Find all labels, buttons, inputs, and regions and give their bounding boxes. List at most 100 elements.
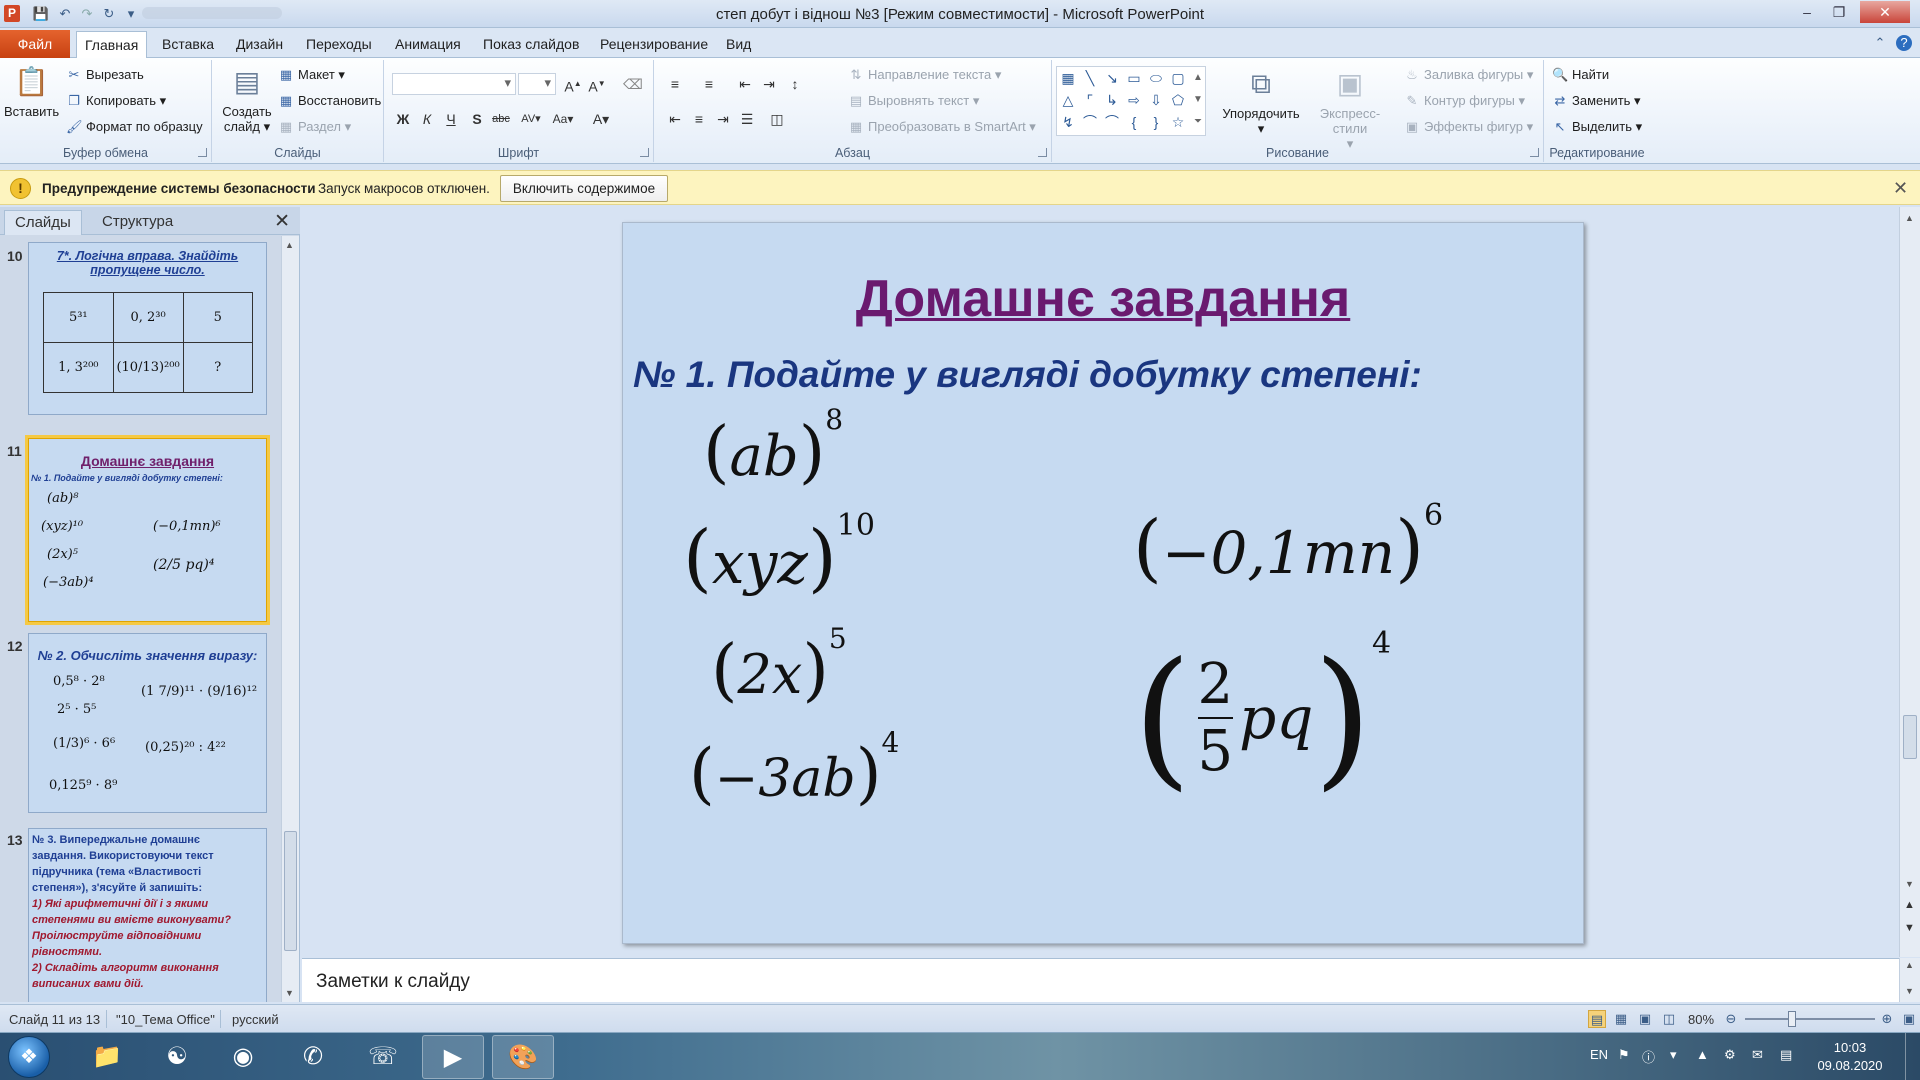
align-text-button[interactable]: ▤ Выровнять текст ▾	[848, 91, 980, 111]
expression-ab[interactable]: (ab)8	[703, 403, 843, 492]
help-icon[interactable]: ?	[1896, 35, 1912, 51]
cut-button[interactable]: ✂ Вырезать	[66, 65, 144, 85]
oval-shape-icon[interactable]: ⬭	[1147, 69, 1165, 87]
gallery-more-icon[interactable]: ⏷	[1189, 113, 1207, 131]
expression-minus3ab[interactable]: (−3ab)4	[689, 726, 899, 812]
enable-content-button[interactable]: Включить содержимое	[500, 175, 668, 202]
start-button[interactable]: ❖	[8, 1036, 50, 1078]
tab-file[interactable]: Файл	[0, 30, 70, 58]
slideshow-view-icon[interactable]: ◫	[1660, 1010, 1678, 1028]
maximize-button[interactable]: ❐	[1822, 1, 1856, 23]
slide-scrollbar[interactable]: ▲ ▼ ▲ ▼	[1899, 207, 1920, 957]
shapes-gallery[interactable]: ▦ ╲ ↘ ▭ ⬭ ▢ △ ⌜ ↳ ⇨ ⇩ ⬠ ↯ ⌒ ⌒ { } ☆ ▲ ▼ …	[1056, 66, 1206, 136]
align-right-icon[interactable]: ⇥	[712, 108, 734, 130]
tab-transitions[interactable]: Переходы	[298, 31, 380, 58]
select-button[interactable]: ↖ Выделить ▾	[1552, 117, 1643, 137]
tab-animations[interactable]: Анимация	[387, 31, 469, 58]
expression-xyz[interactable]: (xyz)10	[683, 508, 875, 601]
help-tray-icon[interactable]: ⓘ	[1642, 1047, 1655, 1066]
line-spacing-icon[interactable]: ↕	[784, 73, 806, 95]
tab-home[interactable]: Главная	[76, 31, 148, 58]
notes-pane[interactable]: Заметки к слайду	[302, 958, 1899, 1002]
text-direction-button[interactable]: ⇅ Направление текста ▾	[848, 65, 1002, 85]
scroll-down-icon[interactable]: ▼	[1905, 879, 1914, 889]
underline-icon[interactable]: Ч	[440, 108, 462, 130]
clear-formatting-icon[interactable]: ⌫	[622, 73, 644, 95]
zoom-in-icon[interactable]: ⊕	[1878, 1010, 1896, 1028]
arrow-line-shape-icon[interactable]: ↘	[1103, 69, 1121, 87]
shrink-font-icon[interactable]: A▼	[586, 73, 608, 95]
zoom-out-icon[interactable]: ⊖	[1722, 1010, 1740, 1028]
arc-shape-icon[interactable]: ⌒	[1103, 113, 1121, 131]
replace-button[interactable]: ⇄ Заменить ▾	[1552, 91, 1641, 111]
paste-button[interactable]: 📋 Вставить	[4, 64, 59, 119]
align-center-icon[interactable]: ≡	[688, 108, 710, 130]
show-hidden-icons[interactable]: ▲	[1696, 1047, 1709, 1062]
close-button[interactable]: ✕	[1860, 1, 1910, 23]
bullets-icon[interactable]: ≡	[664, 73, 686, 95]
thumbnails-scrollbar[interactable]: ▲ ▼	[281, 236, 299, 1002]
network-icon[interactable]: ▤	[1780, 1047, 1792, 1063]
line-shape-icon[interactable]: ╲	[1081, 69, 1099, 87]
tab-outline[interactable]: Структура	[92, 210, 183, 235]
layout-button[interactable]: ▦ Макет ▾	[278, 65, 345, 85]
paragraph-launcher-icon[interactable]	[1038, 148, 1047, 157]
slide-thumbnail-13[interactable]: № 3. Випереджальне домашнє завдання. Вик…	[28, 828, 267, 1002]
italic-icon[interactable]: К	[416, 108, 438, 130]
shadow-icon[interactable]: S	[466, 108, 488, 130]
notes-placeholder[interactable]: Заметки к слайду	[316, 971, 470, 993]
drawing-launcher-icon[interactable]	[1530, 148, 1539, 157]
scrollbar-thumb[interactable]	[284, 831, 297, 951]
minimize-ribbon-icon[interactable]: ⌃	[1872, 35, 1888, 51]
tab-design[interactable]: Дизайн	[228, 31, 291, 58]
copy-button[interactable]: ❐ Копировать ▾	[66, 91, 166, 111]
skype-icon[interactable]: ☏	[352, 1035, 414, 1079]
scroll-down-icon[interactable]: ▼	[285, 988, 294, 998]
curve-shape-icon[interactable]: ⌒	[1081, 113, 1099, 131]
previous-slide-icon[interactable]: ▲	[1904, 899, 1915, 911]
section-button[interactable]: ▦ Раздел ▾	[278, 117, 351, 137]
fit-to-window-icon[interactable]: ▣	[1900, 1010, 1918, 1028]
slide-thumbnail-12[interactable]: № 2. Обчисліть значення виразу: 0,5⁸ · 2…	[28, 633, 267, 813]
justify-icon[interactable]: ☰	[736, 108, 758, 130]
reading-view-icon[interactable]: ▣	[1636, 1010, 1654, 1028]
slide-thumbnail-10[interactable]: 7*. Логічна вправа. Знайдіть пропущене ч…	[28, 242, 267, 415]
reset-button[interactable]: ▦ Восстановить	[278, 91, 381, 111]
tab-insert[interactable]: Вставка	[154, 31, 222, 58]
right-arrow-shape-icon[interactable]: ⇨	[1125, 91, 1143, 109]
powerpoint-taskbar-icon[interactable]: ▶	[422, 1035, 484, 1079]
textbox-shape-icon[interactable]: ▦	[1059, 69, 1077, 87]
slide-title[interactable]: Домашнє завдання	[623, 269, 1583, 329]
normal-view-icon[interactable]: ▤	[1588, 1010, 1606, 1028]
theme-name[interactable]: "10_Тема Office"	[116, 1012, 215, 1027]
shape-fill-button[interactable]: ♨ Заливка фигуры ▾	[1404, 65, 1533, 85]
find-button[interactable]: 🔍 Найти	[1552, 65, 1609, 85]
convert-smartart-button[interactable]: ▦ Преобразовать в SmartArt ▾	[848, 117, 1036, 137]
show-desktop-button[interactable]	[1905, 1033, 1920, 1080]
minimize-button[interactable]: –	[1790, 1, 1824, 23]
shape-outline-button[interactable]: ✎ Контур фигуры ▾	[1404, 91, 1526, 111]
pentagon-shape-icon[interactable]: ⬠	[1169, 91, 1187, 109]
tab-slides[interactable]: Слайды	[4, 210, 82, 235]
gallery-scroll-down-icon[interactable]: ▼	[1189, 91, 1207, 109]
input-language[interactable]: EN	[1590, 1047, 1608, 1062]
columns-icon[interactable]: ◫	[766, 108, 788, 130]
gallery-scroll-up-icon[interactable]: ▲	[1189, 69, 1207, 87]
scroll-up-icon[interactable]: ▲	[1905, 960, 1914, 970]
numbering-icon[interactable]: ≡	[698, 73, 720, 95]
close-icon[interactable]: ✕	[274, 210, 290, 233]
increase-indent-icon[interactable]: ⇥	[758, 73, 780, 95]
zoom-level[interactable]: 80%	[1688, 1012, 1714, 1027]
close-icon[interactable]: ✕	[1893, 178, 1908, 199]
scroll-up-icon[interactable]: ▲	[285, 240, 294, 250]
arrange-button[interactable]: ⧉ Упорядочить ▾	[1222, 66, 1300, 136]
chat-tray-icon[interactable]: ✉	[1752, 1047, 1763, 1063]
chrome-icon[interactable]: ◉	[212, 1035, 274, 1079]
character-spacing-icon[interactable]: AV▾	[520, 108, 542, 130]
font-launcher-icon[interactable]	[640, 148, 649, 157]
tab-slide-show[interactable]: Показ слайдов	[475, 31, 587, 58]
slide-subtitle[interactable]: № 1. Подайте у вигляді добутку степені:	[633, 354, 1422, 396]
curved-arrow-icon[interactable]: ↯	[1059, 113, 1077, 131]
right-brace-shape-icon[interactable]: }	[1147, 113, 1165, 131]
expression-fraction-pq[interactable]: (2 5 pq)4	[1133, 626, 1391, 813]
